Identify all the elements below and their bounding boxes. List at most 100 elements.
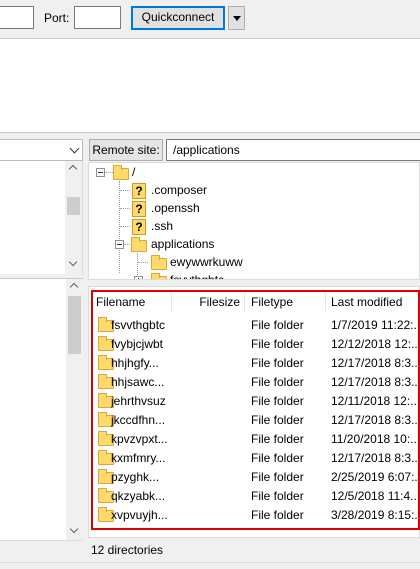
file-row[interactable]: qkzyabk... File folder 12/5/2018 11:4... <box>89 487 420 506</box>
tree-item-label: fsvvthgbtc <box>170 273 225 280</box>
scroll-thumb[interactable] <box>67 197 80 215</box>
bottom-strip <box>0 562 420 569</box>
column-divider[interactable] <box>325 293 326 311</box>
file-modified: 12/12/2018 12:... <box>331 337 420 351</box>
file-name: hhjsawc... <box>111 375 165 389</box>
tree-item-composer[interactable]: ? .composer <box>89 181 419 199</box>
scroll-up-arrow-icon[interactable] <box>65 161 82 178</box>
file-name: qkzyabk... <box>111 489 166 503</box>
tree-item-label: .openssh <box>151 201 200 215</box>
collapse-icon[interactable] <box>115 240 124 249</box>
tree-item-fsvvthgbtc[interactable]: fsvvthgbtc <box>89 271 419 280</box>
port-input[interactable] <box>74 6 121 29</box>
file-type: File folder <box>251 432 304 446</box>
file-type: File folder <box>251 451 304 465</box>
remote-site-label: Remote site: <box>89 139 163 161</box>
host-input[interactable] <box>0 6 34 29</box>
tree-item-ewywwrkuww[interactable]: ewywwrkuww <box>89 253 419 271</box>
unknown-folder-icon: ? <box>132 219 146 235</box>
file-modified: 12/17/2018 8:3... <box>331 413 420 427</box>
collapse-icon[interactable] <box>96 168 105 177</box>
file-type: File folder <box>251 318 304 332</box>
tree-item-openssh[interactable]: ? .openssh <box>89 199 419 217</box>
tree-item-root[interactable]: / <box>89 163 419 181</box>
tree-item-label: ewywwrkuww <box>170 255 243 269</box>
tree-item-ssh[interactable]: ? .ssh <box>89 217 419 235</box>
tree-item-applications[interactable]: applications <box>89 235 419 253</box>
file-row[interactable]: jehrthvsuz File folder 12/11/2018 12:... <box>89 392 420 411</box>
scroll-up-arrow-icon[interactable] <box>66 279 83 296</box>
directory-count: 12 directories <box>91 543 164 557</box>
file-name: jehrthvsuz <box>111 394 166 408</box>
file-type: File folder <box>251 375 304 389</box>
file-row[interactable]: pzyghk... File folder 2/25/2019 6:07:... <box>89 468 420 487</box>
file-modified: 12/17/2018 8:3... <box>331 451 420 465</box>
file-modified: 2/25/2019 6:07:... <box>331 470 420 484</box>
unknown-folder-icon: ? <box>132 201 146 217</box>
tree-item-label: applications <box>151 237 215 251</box>
tree-item-label: .ssh <box>151 219 174 233</box>
file-modified: 12/11/2018 12:... <box>331 394 420 408</box>
file-type: File folder <box>251 508 304 522</box>
remote-directory-tree[interactable]: / ? .composer ? .openssh ? .ssh applicat… <box>88 162 420 280</box>
file-modified: 3/28/2019 8:15:... <box>331 508 420 522</box>
local-list-scrollbar[interactable] <box>66 279 83 541</box>
local-tree-scrollbar[interactable] <box>65 161 82 274</box>
remote-status-bar: 12 directories <box>88 538 420 562</box>
file-row[interactable]: jkccdfhn... File folder 12/17/2018 8:3..… <box>89 411 420 430</box>
local-file-list[interactable] <box>0 278 83 541</box>
column-header-filename[interactable]: Filename <box>96 293 170 311</box>
file-type: File folder <box>251 413 304 427</box>
remote-file-list[interactable]: Filename Filesize Filetype Last modified… <box>88 286 420 538</box>
column-header-filesize[interactable]: Filesize <box>172 293 240 311</box>
column-header-filetype[interactable]: Filetype <box>251 293 323 311</box>
quickconnect-bar: Port: Quickconnect <box>0 0 420 38</box>
file-name: fvybjcjwbt <box>111 337 164 351</box>
file-row[interactable]: kxmfmry... File folder 12/17/2018 8:3... <box>89 449 420 468</box>
file-row[interactable]: kpvzvpxt... File folder 11/20/2018 10:..… <box>89 430 420 449</box>
file-row[interactable]: fsvvthgbtc File folder 1/7/2019 11:22:..… <box>89 316 420 335</box>
file-modified: 12/17/2018 8:3... <box>331 375 420 389</box>
local-status-bar <box>0 540 83 562</box>
quickconnect-button[interactable]: Quickconnect <box>131 6 225 30</box>
file-name: hhjhgfy... <box>111 356 159 370</box>
folder-icon <box>113 165 129 180</box>
quickconnect-dropdown-button[interactable] <box>228 6 245 30</box>
message-log <box>0 38 420 133</box>
scroll-down-arrow-icon[interactable] <box>66 524 83 541</box>
local-directory-tree[interactable] <box>0 161 83 274</box>
file-name: kxmfmry... <box>111 451 166 465</box>
column-header-last-modified[interactable]: Last modified <box>331 293 417 311</box>
file-row[interactable]: xvpvuyjh... File folder 3/28/2019 8:15:.… <box>89 506 420 525</box>
remote-site-bar: Remote site: /applications <box>88 138 420 162</box>
folder-icon <box>151 255 167 270</box>
column-divider[interactable] <box>244 293 245 311</box>
scroll-down-arrow-icon[interactable] <box>65 257 82 274</box>
port-label: Port: <box>44 11 70 25</box>
file-modified: 11/20/2018 10:... <box>331 432 420 446</box>
remote-site-path-input[interactable]: /applications <box>166 139 420 161</box>
folder-icon <box>131 237 147 252</box>
file-type: File folder <box>251 470 304 484</box>
file-name: pzyghk... <box>111 470 160 484</box>
file-name: fsvvthgbtc <box>111 318 166 332</box>
file-type: File folder <box>251 337 304 351</box>
tree-item-label: / <box>132 165 136 179</box>
file-name: jkccdfhn... <box>111 413 166 427</box>
local-site-combobox[interactable] <box>0 139 83 161</box>
file-row[interactable]: hhjsawc... File folder 12/17/2018 8:3... <box>89 373 420 392</box>
file-row[interactable]: fvybjcjwbt File folder 12/12/2018 12:... <box>89 335 420 354</box>
file-type: File folder <box>251 356 304 370</box>
file-type: File folder <box>251 489 304 503</box>
file-name: kpvzvpxt... <box>111 432 168 446</box>
file-type: File folder <box>251 394 304 408</box>
file-modified: 1/7/2019 11:22:... <box>331 318 420 332</box>
chevron-down-icon[interactable] <box>69 143 80 154</box>
scroll-thumb[interactable] <box>68 296 81 354</box>
tree-item-label: .composer <box>151 183 208 197</box>
file-modified: 12/5/2018 11:4... <box>331 489 420 503</box>
file-modified: 12/17/2018 8:3... <box>331 356 420 370</box>
file-name: xvpvuyjh... <box>111 508 168 522</box>
file-row[interactable]: hhjhgfy... File folder 12/17/2018 8:3... <box>89 354 420 373</box>
unknown-folder-icon: ? <box>132 183 146 199</box>
